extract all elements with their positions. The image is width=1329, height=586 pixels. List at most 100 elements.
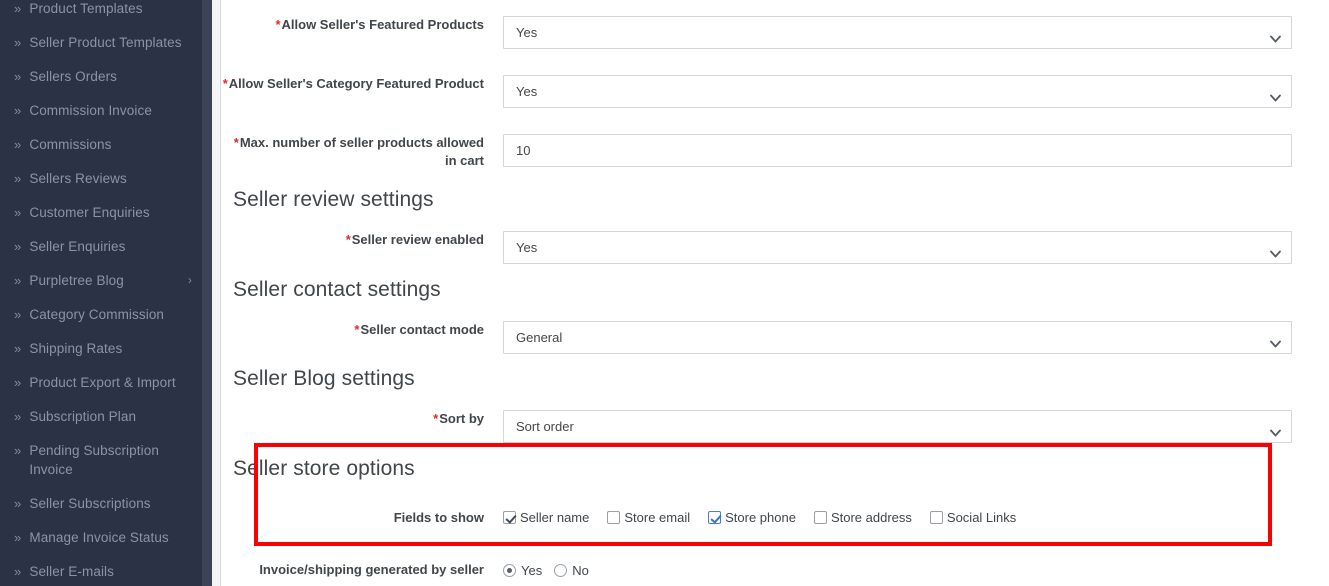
field-max-seller-products <box>503 134 1319 167</box>
select-seller-review-enabled[interactable]: Yes <box>503 231 1292 264</box>
row-allow-category-featured-product: *Allow Seller's Category Featured Produc… <box>221 75 1319 108</box>
radio-group-invoice-shipping: Yes No <box>503 561 1292 578</box>
settings-page: » Product Templates » Seller Product Templa… <box>0 0 1329 586</box>
checkbox-box[interactable] <box>813 511 827 524</box>
sidebar-item-label: Commission Invoice <box>29 102 152 118</box>
double-angle-right-icon: » <box>14 102 22 118</box>
checkbox-social-links[interactable]: Social Links <box>929 510 1016 525</box>
section-title-seller-contact: Seller contact settings <box>233 278 441 301</box>
sidebar-item-sellers-orders[interactable]: » Sellers Orders <box>0 59 202 93</box>
sidebar-item-manage-invoice-status[interactable]: » Manage Invoice Status <box>0 520 202 554</box>
select-seller-contact-mode[interactable]: General <box>503 321 1292 354</box>
field-invoice-shipping-generated-by-seller: Yes No <box>503 561 1319 578</box>
double-angle-right-icon: » <box>14 68 22 84</box>
settings-form: *Allow Seller's Featured Products Yes *A… <box>221 0 1329 586</box>
double-angle-right-icon: » <box>14 306 22 322</box>
sidebar-item-label: Subscription Plan <box>29 408 137 424</box>
double-angle-right-icon: » <box>14 170 22 186</box>
double-angle-right-icon: » <box>14 0 22 16</box>
radio-no[interactable]: No <box>554 563 589 578</box>
radio-label: No <box>572 563 589 578</box>
sidebar-item-label: Product Export & Import <box>29 374 176 390</box>
required-marker: * <box>233 135 239 150</box>
row-invoice-shipping-generated-by-seller: Invoice/shipping generated by seller Yes… <box>221 561 1319 579</box>
double-angle-right-icon: » <box>14 34 22 50</box>
radio-box[interactable] <box>554 564 568 577</box>
checkbox-group-fields-to-show: Seller name Store email Store phone Store a… <box>503 509 1292 525</box>
section-title-seller-review: Seller review settings <box>233 188 434 211</box>
sidebar-scrollbar[interactable] <box>202 0 212 586</box>
label-fields-to-show: Fields to show <box>393 510 484 525</box>
sidebar-item-label: Purpletree Blog <box>29 272 124 288</box>
row-seller-contact-mode: *Seller contact mode General <box>221 321 1319 354</box>
select-allow-category-featured-product[interactable]: Yes <box>503 75 1292 108</box>
sidebar-item-category-commission[interactable]: » Category Commission <box>0 297 202 331</box>
radio-yes[interactable]: Yes <box>503 563 542 578</box>
row-fields-to-show: Fields to show Seller name Store email Sto… <box>221 509 1319 527</box>
label-max-seller-products: *Max. number of seller products allowed … <box>233 135 484 168</box>
label-allow-featured-products: *Allow Seller's Featured Products <box>275 17 484 32</box>
checkbox-seller-name[interactable]: Seller name <box>503 510 589 525</box>
sidebar-item-product-templates[interactable]: » Product Templates <box>0 0 202 25</box>
select-allow-featured-products[interactable]: Yes <box>503 16 1292 49</box>
sidebar-item-commissions[interactable]: » Commissions <box>0 127 202 161</box>
sidebar-item-subscription-plan[interactable]: » Subscription Plan <box>0 399 202 433</box>
double-angle-right-icon: » <box>14 272 22 288</box>
sidebar-item-sellers-reviews[interactable]: » Sellers Reviews <box>0 161 202 195</box>
row-max-seller-products: *Max. number of seller products allowed … <box>221 134 1319 170</box>
radio-box[interactable] <box>503 564 516 577</box>
select-sort-by[interactable]: Sort order <box>503 410 1292 443</box>
checkbox-box[interactable] <box>929 511 943 524</box>
sidebar-item-label: Seller Enquiries <box>29 238 126 254</box>
checkbox-box[interactable] <box>503 511 516 524</box>
sidebar-item-seller-subscriptions[interactable]: » Seller Subscriptions <box>0 486 202 520</box>
sidebar-item-product-export-import[interactable]: » Product Export & Import <box>0 365 202 399</box>
field-seller-contact-mode: General <box>503 321 1319 354</box>
sidebar-item-seller-product-templates[interactable]: » Seller Product Templates <box>0 25 202 59</box>
checkbox-label: Store phone <box>725 510 796 525</box>
sidebar-item-seller-enquiries[interactable]: » Seller Enquiries <box>0 229 202 263</box>
field-sort-by: Sort order <box>503 410 1319 443</box>
sidebar-item-commission-invoice[interactable]: » Commission Invoice <box>0 93 202 127</box>
content-left-edge <box>212 0 221 586</box>
sidebar-item-label: Shipping Rates <box>29 340 123 356</box>
sidebar-item-customer-enquiries[interactable]: » Customer Enquiries <box>0 195 202 229</box>
checkbox-label: Seller name <box>520 510 590 525</box>
sidebar-item-pending-subscription-invoice[interactable]: » Pending Subscription Invoice <box>0 433 202 486</box>
row-sort-by: *Sort by Sort order <box>221 410 1319 443</box>
label-invoice-shipping-generated-by-seller: Invoice/shipping generated by seller <box>259 562 484 577</box>
sidebar-item-label: Sellers Orders <box>29 68 118 84</box>
input-max-seller-products[interactable] <box>503 134 1292 167</box>
label-allow-category-featured-product: *Allow Seller's Category Featured Produc… <box>222 76 484 91</box>
checkbox-store-email[interactable]: Store email <box>607 510 690 525</box>
checkbox-store-address[interactable]: Store address <box>813 510 912 525</box>
double-angle-right-icon: » <box>14 340 22 356</box>
sidebar-item-seller-e-mails[interactable]: » Seller E-mails <box>0 554 202 586</box>
sidebar-item-purpletree-blog[interactable]: » Purpletree Blog › <box>0 263 202 297</box>
field-fields-to-show: Seller name Store email Store phone Store a… <box>503 509 1319 525</box>
sidebar-item-shipping-rates[interactable]: » Shipping Rates <box>0 331 202 365</box>
section-title-seller-blog: Seller Blog settings <box>233 367 415 390</box>
row-seller-review-enabled: *Seller review enabled Yes <box>221 231 1319 264</box>
double-angle-right-icon: » <box>14 374 22 390</box>
checkbox-store-phone[interactable]: Store phone <box>708 510 796 525</box>
label-seller-contact-mode: *Seller contact mode <box>354 322 484 337</box>
checkbox-box[interactable] <box>607 511 621 524</box>
double-angle-right-icon: » <box>14 563 22 579</box>
sidebar-item-label: Seller Product Templates <box>29 34 182 50</box>
double-angle-right-icon: » <box>14 442 22 458</box>
sidebar-item-label: Seller E-mails <box>29 563 115 579</box>
sidebar-item-label: Customer Enquiries <box>29 204 150 220</box>
checkbox-label: Store email <box>624 510 691 525</box>
required-marker: * <box>433 411 439 426</box>
chevron-right-icon[interactable]: › <box>188 271 192 290</box>
double-angle-right-icon: » <box>14 495 22 511</box>
field-allow-category-featured-product: Yes <box>503 75 1319 108</box>
sidebar-item-label: Commissions <box>29 136 112 152</box>
double-angle-right-icon: » <box>14 136 22 152</box>
admin-sidebar: » Product Templates » Seller Product Templa… <box>0 0 202 586</box>
radio-label: Yes <box>521 563 543 578</box>
sidebar-item-label: Pending Subscription Invoice <box>29 442 159 477</box>
section-title-seller-store-options: Seller store options <box>233 457 415 480</box>
checkbox-box[interactable] <box>708 511 722 524</box>
